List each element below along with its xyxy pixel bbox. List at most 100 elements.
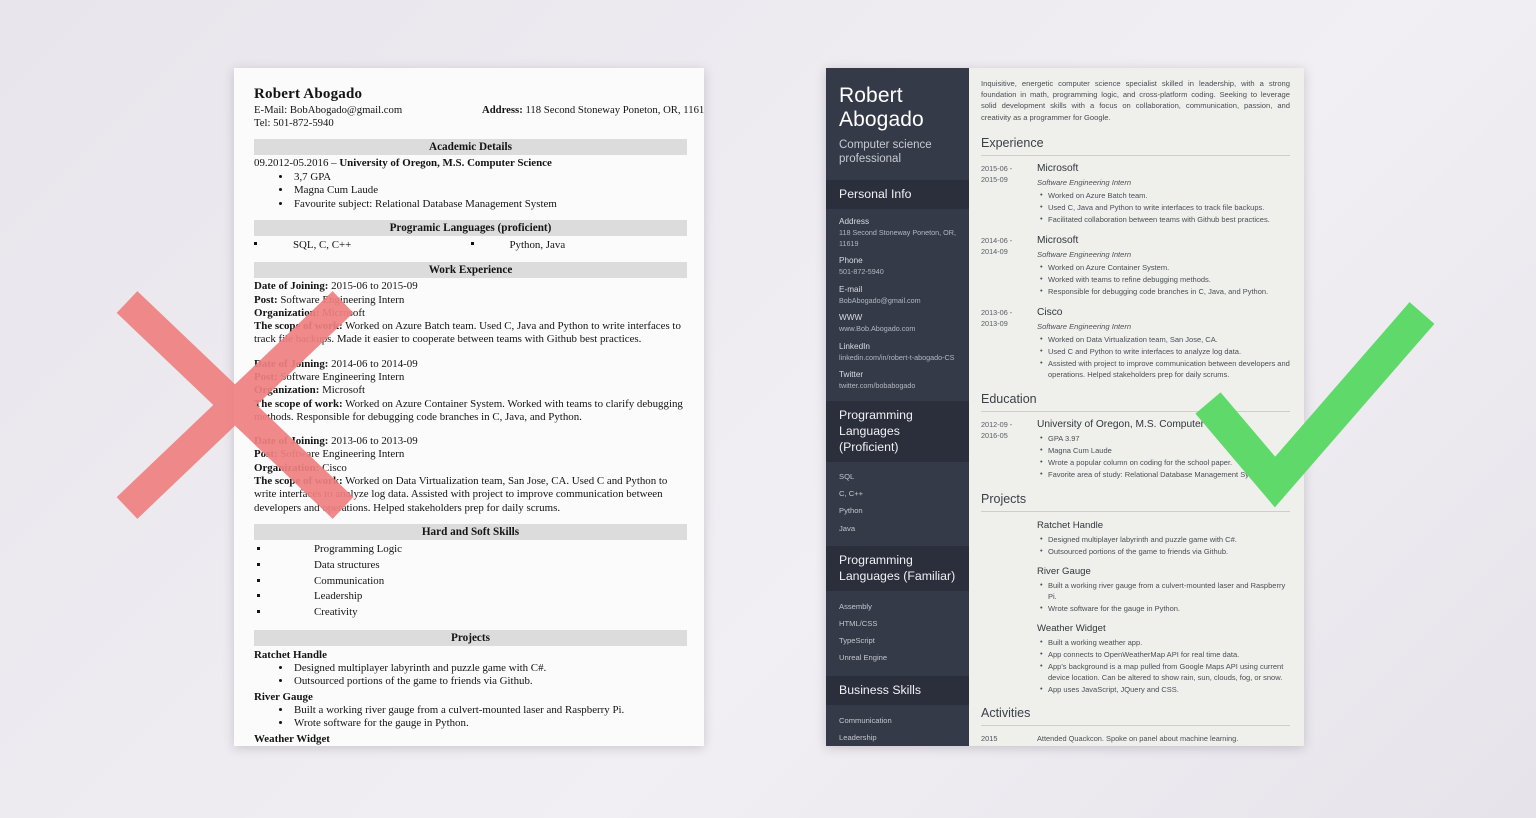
project-title: Weather Widget [1037, 622, 1106, 634]
list-item: Worked with teams to refine debugging me… [1040, 273, 1290, 285]
field-label-linkedin: LinkedIn [839, 341, 870, 351]
bad-languages-right-text: Python, Java [509, 239, 566, 252]
list-item: App's background is a map pulled from Go… [1040, 660, 1290, 683]
bad-work-post: Post: Software Engineering Intern [254, 294, 687, 307]
list-item: Outsourced portions of the game to frien… [1040, 545, 1290, 557]
project-title: River Gauge [1037, 565, 1091, 577]
date-to: 2013-09 [981, 319, 1008, 329]
bad-section-heading-work: Work Experience [254, 262, 687, 279]
project-title: Ratchet Handle [1037, 519, 1104, 531]
experience-date: 2014-06 - 2014-09 [981, 235, 1037, 298]
experience-org: Microsoft [1037, 162, 1079, 174]
sidebar-heading-business-skills: Business Skills [826, 676, 969, 705]
list-item: Built a working weather app. [1040, 636, 1290, 648]
bad-resume-contact-row: E-Mail: BobAbogado@gmail.com Tel: 501-87… [254, 104, 704, 130]
bad-resume-address: Address: 118 Second Stoneway Poneton, OR… [482, 104, 704, 117]
good-resume-role: Computer science professional [839, 139, 932, 165]
bad-work-scope-label: The scope of work: [254, 397, 343, 410]
bad-project-title: River Gauge [254, 690, 313, 703]
list-item: 3,7 GPA [292, 171, 687, 185]
bad-skill-text: Creativity [314, 606, 358, 619]
list-item: Wrote software for the gauge in Python. [1040, 602, 1290, 614]
bad-academic-line: 09.2012-05.2016 – University of Oregon, … [254, 157, 687, 170]
activity-text: Attended Quackcon. Spoke on panel about … [1037, 733, 1239, 743]
bad-work-scope-label: The scope of work: [254, 320, 343, 333]
bad-work-org: Organization: Microsoft [254, 384, 687, 397]
list-item: Assembly [839, 601, 872, 611]
good-section-experience: Experience 2015-06 - 2015-09 Microsoft S… [981, 136, 1290, 381]
bad-work-org-label: Organization: [254, 306, 320, 319]
field-label-email: E-mail [839, 284, 863, 294]
bad-academic-bullets: 3,7 GPA Magna Cum Laude Favourite subjec… [254, 171, 687, 212]
field-value-linkedin: linkedin.com/in/robert-t-abogado-CS [839, 352, 955, 362]
bad-work-date-label: Date of Joining: [254, 357, 329, 370]
date-from: 2013-06 - [981, 307, 1013, 317]
list-item: Responsible for debugging code branches … [1040, 285, 1290, 297]
experience-entry: 2013-06 - 2013-09 Cisco Software Enginee… [981, 307, 1290, 381]
date-to: 2016-05 [981, 431, 1008, 441]
bad-languages-left-text: SQL, C, C++ [293, 239, 352, 252]
bad-work-org-value: Microsoft [319, 384, 366, 397]
bad-skill-text: Leadership [314, 590, 363, 603]
bad-work-date-value: 2014-06 to 2014-09 [328, 357, 418, 370]
bad-work-date-value: 2013-06 to 2013-09 [328, 435, 418, 448]
bad-resume-document: Robert Abogado E-Mail: BobAbogado@gmail.… [234, 68, 704, 746]
date-from: 2015-06 - [981, 163, 1013, 173]
bad-project-bullets: Built a working river gauge from a culve… [254, 704, 687, 731]
section-heading-experience: Experience [981, 136, 1290, 156]
bad-work-date-value: 2015-06 to 2015-09 [328, 280, 418, 293]
good-resume-document: Robert Abogado Computer science professi… [826, 68, 1304, 746]
experience-entry: 2015-06 - 2015-09 Microsoft Software Eng… [981, 163, 1290, 226]
project-group: Ratchet Handle Designed multiplayer laby… [1037, 519, 1290, 557]
list-item: Used C, Java and Python to write interfa… [1040, 201, 1290, 213]
bad-work-scope: The scope of work: Worked on Azure Conta… [254, 398, 687, 425]
bad-project-group: Ratchet Handle Designed multiplayer laby… [254, 648, 687, 689]
sidebar-personal-info-body: Address 118 Second Stoneway Poneton, OR,… [826, 209, 969, 401]
field-value-phone: 501-872-5940 [839, 267, 884, 276]
list-item: Outsourced portions of the game to frien… [292, 675, 687, 689]
bad-work-org-value: Microsoft [319, 306, 366, 319]
list-item: Python [839, 506, 863, 516]
education-date: 2012-09 - 2016-05 [981, 419, 1037, 481]
good-resume-name: Robert Abogado [839, 84, 924, 131]
experience-date: 2013-06 - 2013-09 [981, 307, 1037, 381]
field-label-address: Address [839, 217, 870, 226]
field-label-twitter: Twitter [839, 370, 864, 379]
bad-work-post-value: Software Engineering Intern [277, 293, 405, 306]
date-from: 2014-06 - [981, 235, 1013, 245]
list-item: Favourite subject: Relational Database M… [292, 198, 687, 212]
experience-body: Microsoft Software Engineering Intern Wo… [1037, 163, 1290, 226]
bad-section-heading-languages: Programic Languages (proficient) [254, 220, 687, 237]
activity-year: 2015 [981, 733, 998, 743]
section-heading-activities: Activities [981, 706, 1290, 726]
bad-work-org-label: Organization: [254, 384, 320, 397]
date-to: 2015-09 [981, 175, 1008, 185]
list-item: Leadership [839, 732, 877, 742]
list-item: Programming Logic [270, 542, 687, 558]
bad-work-date: Date of Joining: 2014-06 to 2014-09 [254, 358, 687, 371]
project-bullets: Built a working river gauge from a culve… [1037, 579, 1290, 614]
education-body: University of Oregon, M.S. Computer Scie… [1037, 419, 1290, 481]
experience-body: Microsoft Software Engineering Intern Wo… [1037, 235, 1290, 298]
list-item: Facilitated collaboration between teams … [1040, 213, 1290, 225]
bad-resume-contact-left: E-Mail: BobAbogado@gmail.com Tel: 501-87… [254, 104, 482, 130]
bad-work-scope-label: The scope of work: [254, 475, 343, 488]
list-item: Leadership [270, 589, 687, 605]
bad-skill-text: Data structures [314, 558, 380, 571]
field-value-address: 118 Second Stoneway Poneton, OR, 11619 [839, 228, 956, 248]
experience-entry: 2014-06 - 2014-09 Microsoft Software Eng… [981, 235, 1290, 298]
list-item: TypeScript [839, 636, 875, 646]
sidebar-heading-personal-info: Personal Info [826, 180, 969, 209]
education-school: University of Oregon, M.S. Computer Scie… [1037, 418, 1244, 430]
bad-work-scope: The scope of work: Worked on Data Virtua… [254, 475, 687, 515]
sidebar-languages-proficient-body: SQL C, C++ Python Java [826, 462, 969, 547]
list-item: Favorite area of study: Relational Datab… [1040, 468, 1290, 480]
education-entry: 2012-09 - 2016-05 University of Oregon, … [981, 419, 1290, 481]
project-bullets: Designed multiplayer labyrinth and puzzl… [1037, 533, 1290, 557]
bad-resume-address-value: 118 Second Stoneway Poneton, OR, 11619 [525, 104, 704, 116]
square-bullet-icon [470, 242, 474, 246]
list-item: Assisted with project to improve communi… [1040, 357, 1290, 380]
section-heading-education: Education [981, 392, 1290, 412]
